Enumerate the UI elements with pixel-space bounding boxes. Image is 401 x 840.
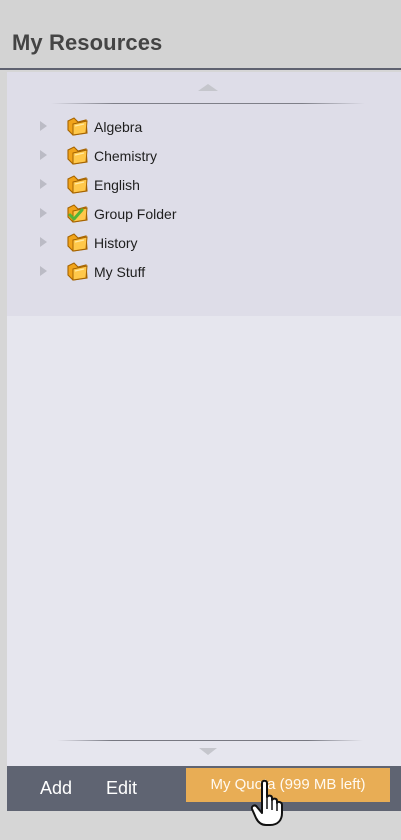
resource-tree: Algebra Chemistry English Group Folder H… [7, 72, 401, 316]
my-quota-button[interactable]: My Quota (999 MB left) [186, 768, 390, 802]
folder-icon [67, 175, 88, 194]
chevron-right-icon[interactable] [40, 179, 47, 189]
tree-item-label: History [94, 235, 138, 251]
my-resources-panel: My Resources Algebra Chemistry English G… [0, 0, 401, 840]
panel-title: My Resources [12, 30, 163, 55]
tree-item-label: Group Folder [94, 206, 177, 222]
panel-header: My Resources [0, 0, 401, 70]
chevron-right-icon[interactable] [40, 150, 47, 160]
top-divider [51, 103, 365, 104]
bottom-divider [57, 740, 363, 741]
panel-bottom-strip [0, 811, 401, 840]
chevron-right-icon[interactable] [40, 237, 47, 247]
folder-icon [67, 146, 88, 165]
tree-item-algebra[interactable]: Algebra [7, 112, 401, 141]
chevron-down-icon[interactable] [199, 748, 217, 755]
tree-item-chemistry[interactable]: Chemistry [7, 141, 401, 170]
tree-item-group-folder[interactable]: Group Folder [7, 199, 401, 228]
chevron-up-icon[interactable] [198, 84, 218, 91]
tree-item-history[interactable]: History [7, 228, 401, 257]
tree-item-label: My Stuff [94, 264, 146, 280]
folder-icon [67, 233, 88, 252]
chevron-right-icon[interactable] [40, 121, 47, 131]
tree-item-label: Algebra [94, 119, 143, 135]
folder-icon [67, 117, 88, 136]
resources-content[interactable]: Algebra Chemistry English Group Folder H… [7, 72, 401, 766]
tree-item-my-stuff[interactable]: My Stuff [7, 257, 401, 286]
chevron-right-icon[interactable] [40, 266, 47, 276]
tree-item-english[interactable]: English [7, 170, 401, 199]
tree-item-label: Chemistry [94, 148, 158, 164]
folder-list: Algebra Chemistry English Group Folder H… [7, 112, 401, 286]
edit-button[interactable]: Edit [106, 766, 159, 811]
folder-icon [67, 262, 88, 281]
resource-actions-bar: Add Edit My Quota (999 MB left) [7, 766, 401, 811]
tree-item-label: English [94, 177, 140, 193]
chevron-right-icon[interactable] [40, 208, 47, 218]
add-button[interactable]: Add [40, 766, 88, 811]
shared-folder-icon [67, 204, 88, 223]
